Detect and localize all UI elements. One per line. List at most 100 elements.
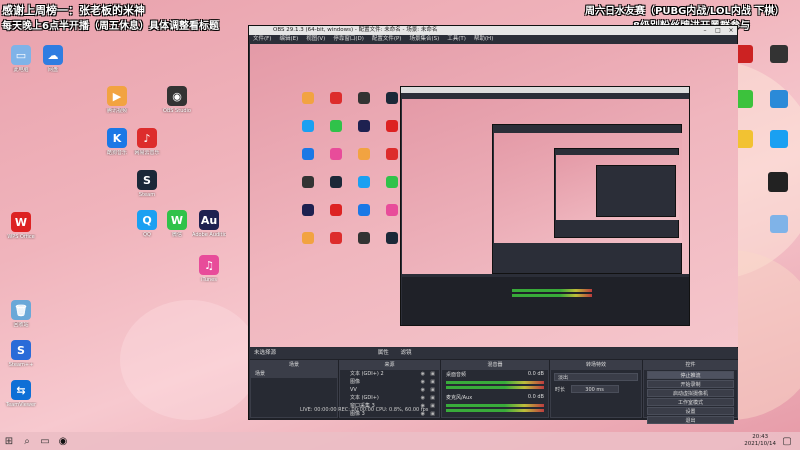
source-item[interactable]: 图像 ◉ ▣ — [340, 378, 439, 386]
duration-input[interactable]: 300 ms — [570, 385, 619, 393]
lock-icon[interactable]: ▣ — [430, 378, 435, 386]
app-icon[interactable] — [768, 172, 788, 192]
desktop-icon[interactable]: 🗑 回收站 — [4, 300, 38, 328]
desktop-icon[interactable]: S Steam++ — [4, 340, 38, 368]
desktop-icon-label: QQ — [143, 232, 151, 238]
scene-item[interactable]: 场景 — [251, 370, 337, 378]
taskbar: ⊞ ⌕ ▭ ◉ 20:43 2021/10/14 ▢ — [0, 432, 800, 450]
app-icon: S — [11, 340, 31, 360]
desktop-icon-label: 网易云音乐 — [134, 150, 160, 156]
desktop-icon[interactable]: ▭ 此电脑 — [4, 45, 38, 73]
obs-preview[interactable] — [250, 44, 738, 347]
clock-time: 20:43 — [752, 434, 769, 440]
mic-audio-meter — [446, 404, 544, 407]
notification-icon[interactable]: ▢ — [778, 432, 796, 450]
overlay-top-left-line1: 感谢上周榜一：张老板的米神 — [2, 4, 145, 17]
maximize-icon[interactable]: □ — [712, 26, 724, 35]
control-button[interactable]: 启动虚拟摄像机 — [647, 389, 734, 397]
visibility-icon[interactable]: ◉ — [421, 394, 425, 402]
control-button[interactable]: 退出 — [647, 416, 734, 424]
close-icon[interactable]: × — [725, 26, 737, 35]
control-button[interactable]: 停止推流 — [647, 371, 734, 379]
obs-taskbar-icon[interactable]: ◉ — [54, 432, 72, 450]
obs-menu-item[interactable]: 配置文件(P) — [372, 36, 402, 42]
desktop-icon[interactable]: W WPS Office — [4, 212, 38, 240]
desktop-icon-label: 网盘 — [47, 67, 58, 73]
preview-app-icon — [386, 148, 398, 160]
app-icon: Q — [137, 210, 157, 230]
obs-menu-bar: 文件(F) 编辑(E) 视图(V) 停靠窗口(D) 配置文件(P) 场景集合(S) 工具(T… — [249, 35, 737, 44]
desktop-icon-label: Steam++ — [8, 362, 34, 368]
desktop-icon-label: 微信 — [171, 232, 182, 238]
nested-obs-preview-2 — [492, 124, 682, 274]
control-button[interactable]: 开始录制 — [647, 380, 734, 388]
source-item[interactable]: 文本 (GDI+) 2 ◉ ▣ — [340, 370, 439, 378]
lock-icon[interactable]: ▣ — [430, 394, 435, 402]
control-button[interactable]: 设置 — [647, 407, 734, 415]
start-icon[interactable]: ⊞ — [0, 432, 18, 450]
app-icon[interactable] — [770, 90, 788, 108]
preview-app-icon — [358, 204, 370, 216]
transition-select[interactable]: 淡出 — [554, 373, 638, 381]
nested-obs-preview-3 — [554, 148, 679, 238]
obs-menu-item[interactable]: 工具(T) — [447, 36, 466, 42]
nested-preview — [402, 99, 689, 274]
source-item[interactable]: 文本 (GDI+) ◉ ▣ — [340, 394, 439, 402]
task-view-icon[interactable]: ▭ — [36, 432, 54, 450]
obs-menu-item[interactable]: 视图(V) — [306, 36, 325, 42]
desktop-icon[interactable]: Au Adobe Audition — [192, 210, 226, 238]
taskbar-clock[interactable]: 20:43 2021/10/14 — [744, 434, 776, 448]
source-item-label: VV — [350, 387, 357, 393]
mixer-dock: 混音器 桌面音频 0.0 dB 麦克风/Aux 0.0 dB — [441, 360, 549, 418]
app-icon[interactable] — [770, 130, 788, 148]
sources-dock-title: 来源 — [340, 361, 439, 370]
visibility-icon[interactable]: ◉ — [421, 386, 425, 394]
preview-app-icon — [302, 204, 314, 216]
properties-button[interactable]: 属性 — [378, 350, 389, 356]
controls-dock-title: 控件 — [644, 361, 737, 370]
wallpaper-shape — [120, 300, 260, 420]
lock-icon[interactable]: ▣ — [430, 370, 435, 378]
source-item[interactable]: VV ◉ ▣ — [340, 386, 439, 394]
desktop-icon[interactable]: ☁ 网盘 — [36, 45, 70, 73]
obs-menu-item[interactable]: 文件(F) — [253, 36, 271, 42]
obs-menu-item[interactable]: 编辑(E) — [279, 36, 298, 42]
minimize-icon[interactable]: – — [699, 26, 711, 35]
mixer-dock-title: 混音器 — [442, 361, 548, 370]
desktop-icon[interactable]: ♪ 网易云音乐 — [130, 128, 164, 156]
filters-button[interactable]: 滤镜 — [401, 350, 412, 356]
app-icon: ☁ — [43, 45, 63, 65]
preview-app-icon — [386, 120, 398, 132]
obs-title-bar[interactable]: OBS 29.1.3 (64-bit, windows) - 配置文件: 未命名… — [249, 26, 737, 35]
visibility-icon[interactable]: ◉ — [421, 378, 425, 386]
desktop-icon[interactable]: W 微信 — [160, 210, 194, 238]
lock-icon[interactable]: ▣ — [430, 410, 435, 418]
visibility-icon[interactable]: ◉ — [421, 370, 425, 378]
desktop-icon[interactable]: Q QQ — [130, 210, 164, 238]
app-icon: ♪ — [137, 128, 157, 148]
app-icon[interactable] — [770, 215, 788, 233]
control-button[interactable]: 工作室模式 — [647, 398, 734, 406]
desktop-icon-label: WPS Office — [7, 234, 35, 240]
lock-icon[interactable]: ▣ — [430, 386, 435, 394]
desktop-icon-label: 腾讯视频 — [106, 108, 127, 114]
obs-window[interactable]: OBS 29.1.3 (64-bit, windows) - 配置文件: 未命名… — [248, 25, 738, 424]
desktop-icon-label: OBS Studio — [163, 108, 191, 114]
obs-menu-item[interactable]: 场景集合(S) — [409, 36, 439, 42]
desktop-icon[interactable]: ♫ iTunes — [192, 255, 226, 283]
preview-app-icon — [358, 92, 370, 104]
preview-app-icon — [302, 92, 314, 104]
obs-menu-item[interactable]: 帮助(H) — [474, 36, 493, 42]
app-icon[interactable] — [770, 45, 788, 63]
preview-app-icon — [358, 148, 370, 160]
lock-icon[interactable]: ▣ — [430, 402, 435, 410]
obs-menu-item[interactable]: 停靠窗口(D) — [333, 36, 364, 42]
desktop-icon[interactable]: ⇆ TeamViewer — [4, 380, 38, 408]
desktop-icon[interactable]: K 酷狗音乐 — [100, 128, 134, 156]
desktop-icon[interactable]: ◉ OBS Studio — [160, 86, 194, 114]
desktop-icon[interactable]: ▶ 腾讯视频 — [100, 86, 134, 114]
search-icon[interactable]: ⌕ — [18, 432, 36, 450]
desktop-icon-label: Adobe Audition — [192, 232, 226, 238]
preview-app-icon — [386, 176, 398, 188]
desktop-icon[interactable]: S Steam — [130, 170, 164, 198]
